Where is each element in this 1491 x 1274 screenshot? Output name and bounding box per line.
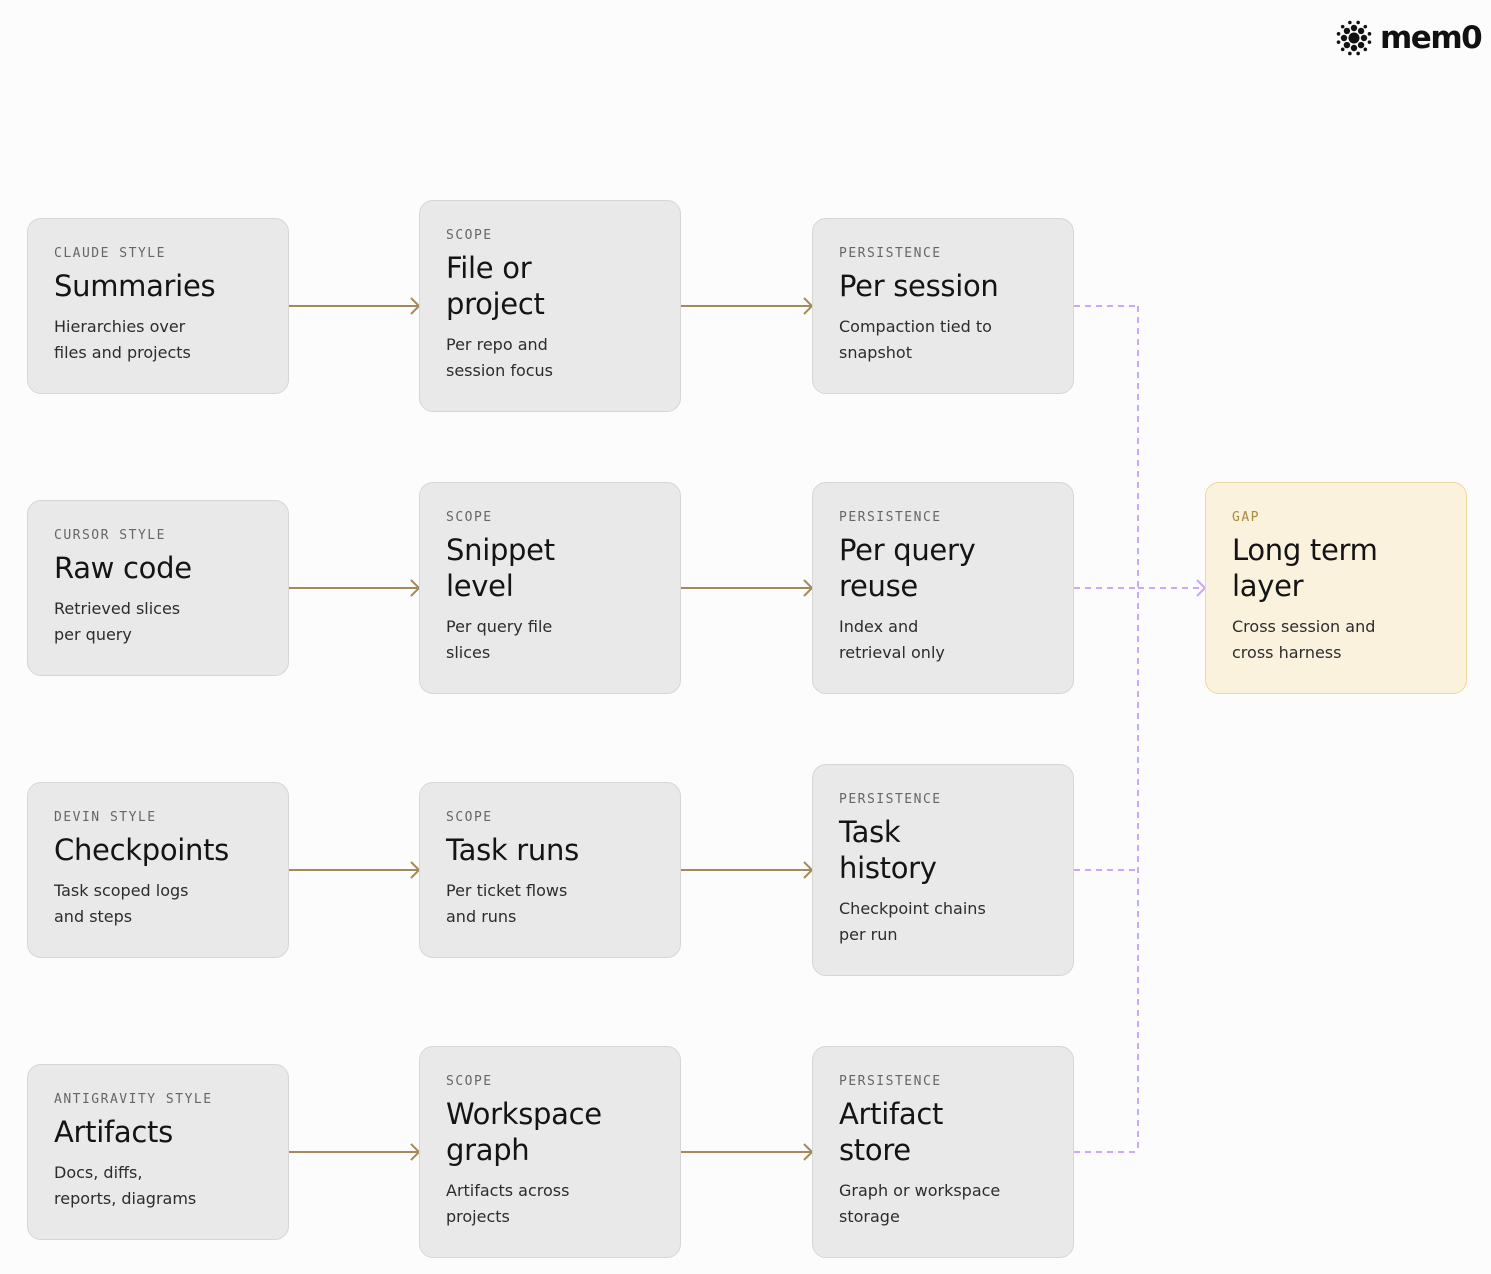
card-antigravity-style: ANTIGRAVITY STYLE Artifacts Docs, diffs,… <box>27 1064 289 1240</box>
card-description: Graph or workspace storage <box>839 1181 1001 1226</box>
logo-dot <box>1348 32 1360 44</box>
card-persistence-per-query-reuse: PERSISTENCE Per query reuse Index and retr… <box>812 482 1074 694</box>
card-tag: ANTIGRAVITY STYLE <box>54 1092 213 1107</box>
card-tag: DEVIN STYLE <box>54 810 157 825</box>
logo-dot <box>1367 32 1372 36</box>
card-description: Cross session and cross harness <box>1232 617 1376 662</box>
card-scope-workspace-graph: SCOPE Workspace graph Artifacts across pro… <box>419 1046 681 1258</box>
logo-dot <box>1350 24 1358 32</box>
card-persistence-artifact-store: PERSISTENCE Artifact store Graph or works… <box>812 1046 1074 1258</box>
card-tag: SCOPE <box>446 228 493 243</box>
card-tag: GAP <box>1232 510 1260 525</box>
logo-dot <box>1348 51 1352 56</box>
logo-dot <box>1357 41 1365 49</box>
card-description: Per ticket flows and runs <box>446 881 568 926</box>
card-tag: SCOPE <box>446 810 493 825</box>
logo-dot <box>1363 47 1368 52</box>
mem0-logo-icon <box>1336 20 1372 56</box>
card-title: Task runs <box>446 833 579 867</box>
card-cursor-style: CURSOR STYLE Raw code Retrieved slices pe… <box>27 500 289 676</box>
card-persistence-per-session: PERSISTENCE Per session Compaction tied … <box>812 218 1074 394</box>
card-title: Long term layer <box>1232 533 1378 603</box>
card-devin-style: DEVIN STYLE Checkpoints Task scoped logs… <box>27 782 289 958</box>
logo-dot <box>1356 20 1360 25</box>
card-tag: PERSISTENCE <box>839 246 942 261</box>
logo-dot <box>1340 34 1348 42</box>
card-tag: PERSISTENCE <box>839 792 942 807</box>
card-scope-task-runs: SCOPE Task runs Per ticket flows and runs <box>419 782 681 958</box>
card-scope-snippet-level: SCOPE Snippet level Per query file slices <box>419 482 681 694</box>
card-title: Per session <box>839 269 999 303</box>
card-scope-file-or-project: SCOPE File or project Per repo and session… <box>419 200 681 412</box>
card-title: Workspace graph <box>446 1097 602 1167</box>
card-title: Raw code <box>54 551 192 585</box>
card-title: Task history <box>839 815 937 885</box>
logo-dot <box>1336 40 1341 44</box>
logo-dot <box>1367 40 1372 44</box>
card-description: Artifacts across projects <box>446 1181 570 1226</box>
card-tag: SCOPE <box>446 510 493 525</box>
card-description: Hierarchies over files and projects <box>54 317 191 362</box>
card-description: Compaction tied to snapshot <box>839 317 992 362</box>
card-title: Artifacts <box>54 1115 173 1149</box>
card-title: Per query reuse <box>839 533 976 603</box>
logo-dot <box>1340 24 1345 29</box>
card-title: File or project <box>446 251 545 321</box>
card-tag: CLAUDE STYLE <box>54 246 166 261</box>
logo-dot <box>1343 41 1351 49</box>
card-description: Checkpoint chains per run <box>839 899 986 944</box>
card-title: Artifact store <box>839 1097 944 1167</box>
card-description: Task scoped logs and steps <box>54 881 189 926</box>
card-description: Index and retrieval only <box>839 617 945 662</box>
logo-dot <box>1336 32 1341 36</box>
card-description: Per repo and session focus <box>446 335 554 380</box>
card-tag: PERSISTENCE <box>839 1074 942 1089</box>
card-description: Retrieved slices per query <box>54 599 181 644</box>
card-tag: PERSISTENCE <box>839 510 942 525</box>
logo-dot <box>1360 34 1368 42</box>
card-title: Summaries <box>54 269 216 303</box>
logo-dot <box>1348 20 1352 25</box>
card-description: Docs, diffs, reports, diagrams <box>54 1163 197 1208</box>
logo-dot <box>1343 27 1351 35</box>
logo-dot <box>1363 24 1368 29</box>
mem0-logo: mem0 <box>1336 18 1483 58</box>
logo-dot <box>1340 47 1345 52</box>
card-description: Per query file slices <box>446 617 553 662</box>
logo-dot <box>1356 51 1360 56</box>
card-title: Snippet level <box>446 533 555 603</box>
card-persistence-task-history: PERSISTENCE Task history Checkpoint chain… <box>812 764 1074 976</box>
card-tag: SCOPE <box>446 1074 493 1089</box>
card-title: Checkpoints <box>54 833 229 867</box>
logo-dot <box>1350 44 1358 52</box>
card-gap-long-term-layer: GAP Long term layer Cross session and cros… <box>1205 482 1467 694</box>
logo-dot <box>1357 27 1365 35</box>
card-claude-style: CLAUDE STYLE Summaries Hierarchies over f… <box>27 218 289 394</box>
card-tag: CURSOR STYLE <box>54 528 166 543</box>
mem0-wordmark: mem0 <box>1380 20 1483 56</box>
